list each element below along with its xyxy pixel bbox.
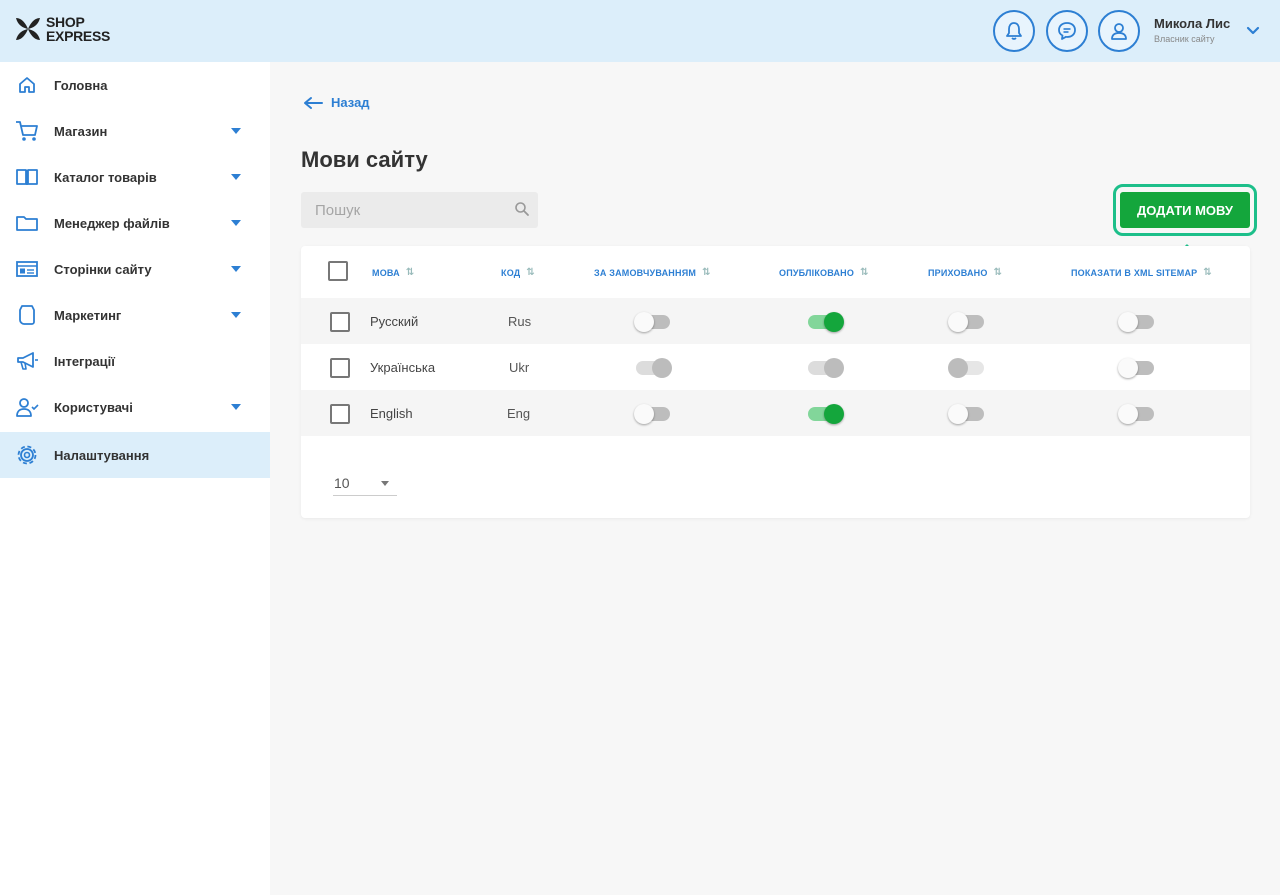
default-toggle[interactable] (636, 358, 672, 378)
home-icon (14, 73, 40, 97)
row-checkbox[interactable] (330, 312, 350, 332)
row-checkbox[interactable] (330, 358, 350, 378)
top-header: SHOP EXPRESS Микола Лис Власник сайту (0, 0, 1280, 62)
language-name: Українська (370, 360, 436, 375)
sort-icon: ⇅ (526, 267, 535, 278)
column-header-language[interactable]: МОВА ⇅ (372, 267, 414, 278)
sidebar-item-marketing[interactable]: Маркетинг (0, 292, 270, 338)
table-row (301, 390, 1250, 436)
page-layout-icon (14, 257, 40, 281)
add-language-button[interactable]: ДОДАТИ МОВУ (1120, 192, 1250, 228)
sidebar: Головна Магазин Каталог товарів Менеджер… (0, 62, 270, 895)
sidebar-item-label: Сторінки сайту (54, 261, 152, 277)
catalog-book-icon (14, 165, 40, 189)
sidebar-item-label: Користувачі (54, 399, 133, 415)
table-row (301, 298, 1250, 344)
hidden-toggle[interactable] (948, 404, 984, 424)
sidebar-item-integrations[interactable]: Інтеграції (0, 338, 270, 384)
sidebar-item-label: Менеджер файлів (54, 215, 170, 231)
notifications-button[interactable] (993, 10, 1035, 52)
logo-mark-icon (16, 18, 40, 40)
sidebar-item-settings[interactable]: Налаштування (0, 432, 270, 478)
search-input[interactable] (301, 192, 538, 228)
sidebar-item-shop[interactable]: Магазин (0, 108, 270, 154)
language-name: English (370, 406, 413, 421)
messages-button[interactable] (1046, 10, 1088, 52)
bell-icon (1006, 22, 1022, 40)
chevron-down-icon[interactable] (1246, 24, 1260, 38)
sort-icon: ⇅ (702, 267, 711, 278)
sidebar-item-label: Інтеграції (54, 353, 115, 369)
default-toggle[interactable] (634, 312, 670, 332)
sidebar-item-label: Маркетинг (54, 307, 122, 323)
cart-icon (14, 119, 40, 143)
sort-icon: ⇅ (405, 267, 415, 278)
user-role: Власник сайту (1154, 34, 1215, 44)
expand-caret-icon[interactable] (231, 312, 241, 318)
back-link[interactable]: Назад (303, 95, 370, 110)
expand-caret-icon[interactable] (231, 128, 241, 134)
folder-icon (14, 211, 40, 235)
sort-icon: ⇅ (1203, 267, 1212, 278)
row-checkbox[interactable] (330, 404, 350, 424)
language-code: Ukr (509, 360, 530, 375)
sidebar-item-users[interactable]: Користувачі (0, 384, 270, 430)
published-toggle[interactable] (808, 404, 844, 424)
user-icon (1111, 23, 1127, 40)
sidebar-item-label: Налаштування (54, 447, 150, 463)
users-icon (14, 395, 40, 419)
user-info[interactable]: Микола Лис Власник сайту (1154, 16, 1230, 44)
logo-line-1: SHOP (46, 14, 85, 30)
sitemap-toggle[interactable] (1118, 404, 1154, 424)
search-box (301, 192, 538, 228)
megaphone-icon (14, 349, 40, 373)
user-name: Микола Лис (1154, 16, 1231, 31)
marketing-tag-icon (14, 303, 40, 327)
table-row (301, 344, 1250, 390)
back-link-label: Назад (331, 95, 370, 110)
sidebar-item-catalog[interactable]: Каталог товарів (0, 154, 270, 200)
sidebar-item-label: Каталог товарів (54, 169, 157, 185)
shop-express-logo[interactable]: SHOP EXPRESS (14, 14, 110, 44)
logo-line-2: EXPRESS (46, 28, 111, 44)
page-size-select[interactable]: 10 (333, 472, 397, 496)
column-header-published[interactable]: ОПУБЛІКОВАНО ⇅ (779, 267, 869, 278)
published-toggle[interactable] (808, 358, 844, 378)
select-all-checkbox[interactable] (328, 261, 348, 281)
sidebar-item-label: Магазин (54, 123, 108, 139)
sort-icon: ⇅ (860, 267, 869, 278)
settings-gear-icon (14, 443, 40, 467)
arrow-left-icon (304, 96, 323, 109)
profile-button[interactable] (1098, 10, 1140, 52)
column-header-hidden[interactable]: ПРИХОВАНО ⇅ (928, 267, 1002, 278)
published-toggle[interactable] (808, 312, 844, 332)
page-size-value: 10 (334, 475, 350, 491)
expand-caret-icon[interactable] (231, 220, 241, 226)
hidden-toggle[interactable] (948, 358, 984, 378)
page-title: Мови сайту (301, 147, 428, 172)
expand-caret-icon[interactable] (231, 404, 241, 410)
chat-icon (1058, 22, 1076, 40)
sitemap-toggle[interactable] (1118, 312, 1154, 332)
sitemap-toggle[interactable] (1118, 358, 1154, 378)
search-icon[interactable] (514, 201, 530, 217)
language-code: Eng (507, 406, 531, 421)
default-toggle[interactable] (634, 404, 670, 424)
column-header-code[interactable]: КОД ⇅ (501, 267, 535, 278)
sidebar-item-site-pages[interactable]: Сторінки сайту (0, 246, 270, 292)
expand-caret-icon[interactable] (231, 174, 241, 180)
column-header-xml-sitemap[interactable]: ПОКАЗАТИ В XML SITEMAP ⇅ (1071, 267, 1212, 278)
language-name: Русский (370, 314, 419, 329)
hidden-toggle[interactable] (948, 312, 984, 332)
sidebar-item-home[interactable]: Головна (0, 62, 270, 108)
sidebar-item-label: Головна (54, 77, 108, 93)
caret-down-icon (381, 481, 389, 486)
sidebar-item-file-manager[interactable]: Менеджер файлів (0, 200, 270, 246)
sort-icon: ⇅ (993, 267, 1003, 278)
language-code: Rus (508, 314, 532, 329)
expand-caret-icon[interactable] (231, 266, 241, 272)
column-header-default[interactable]: ЗА ЗАМОВЧУВАННЯМ ⇅ (594, 267, 711, 278)
